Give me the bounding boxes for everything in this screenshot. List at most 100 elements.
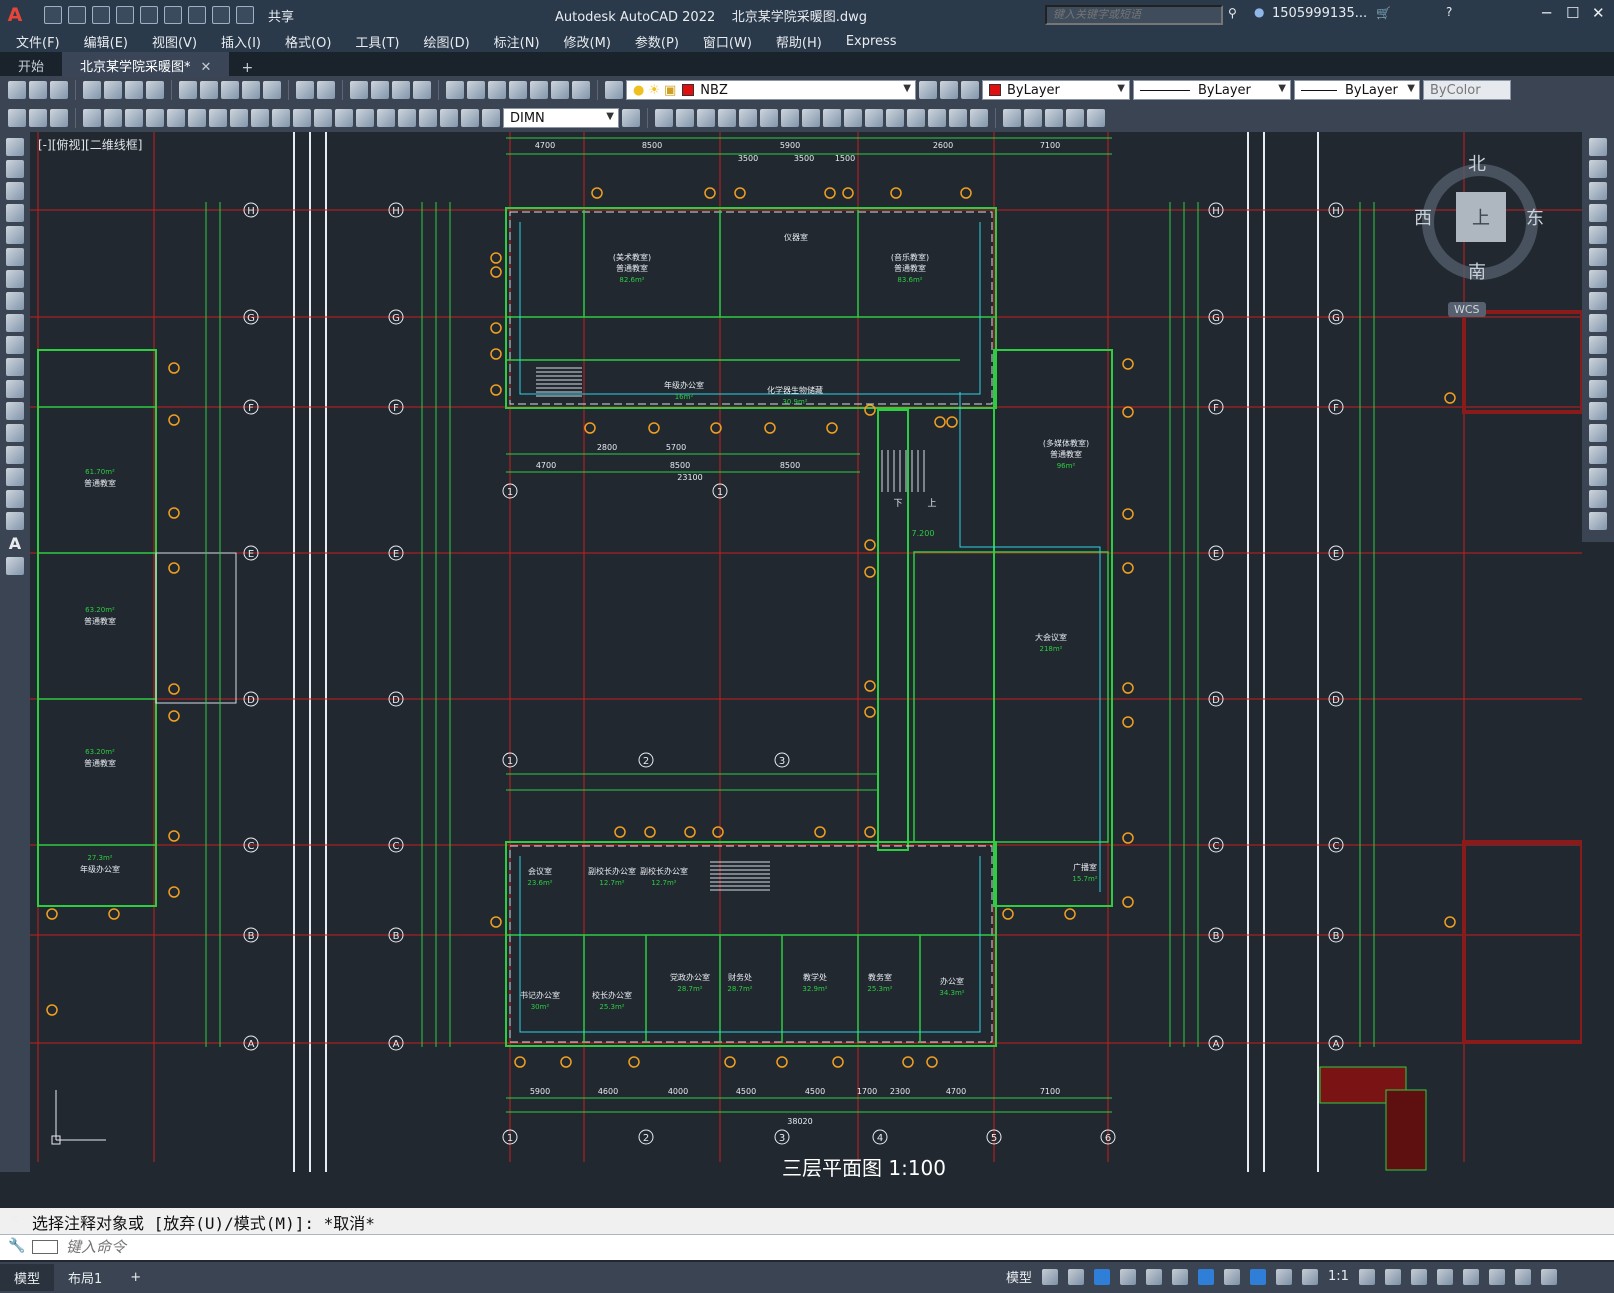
mtext-icon[interactable]: A bbox=[9, 534, 21, 553]
linear-dim-icon[interactable] bbox=[83, 109, 101, 127]
compass-north[interactable]: 北 bbox=[1468, 150, 1486, 176]
linetype-dropdown[interactable]: ByLayer ▼ bbox=[1133, 80, 1291, 100]
annotate-icon[interactable] bbox=[8, 109, 26, 127]
quick-properties-icon[interactable] bbox=[1436, 1268, 1453, 1285]
trim-icon[interactable] bbox=[1589, 336, 1607, 354]
rotate-icon[interactable] bbox=[1589, 270, 1607, 288]
menu-insert[interactable]: 插入(I) bbox=[221, 32, 261, 51]
radius-icon[interactable] bbox=[167, 109, 185, 127]
menu-edit[interactable]: 编辑(E) bbox=[84, 32, 128, 51]
markup-icon[interactable] bbox=[530, 81, 548, 99]
grid-icon[interactable] bbox=[1042, 1268, 1059, 1285]
array-icon[interactable] bbox=[1589, 226, 1607, 244]
zoom-window-icon[interactable] bbox=[392, 81, 410, 99]
properties-icon[interactable] bbox=[446, 81, 464, 99]
annotation-scale-icon[interactable] bbox=[1302, 1268, 1319, 1285]
construction-line-icon[interactable] bbox=[6, 160, 24, 178]
scale-icon[interactable] bbox=[1589, 292, 1607, 310]
search-icon[interactable]: ⚲ bbox=[1228, 6, 1237, 20]
ellipse-icon[interactable] bbox=[6, 336, 24, 354]
menu-view[interactable]: 视图(V) bbox=[152, 32, 197, 51]
copy-icon[interactable] bbox=[1589, 160, 1607, 178]
maximize-button[interactable]: ☐ bbox=[1566, 4, 1579, 22]
arc-length-icon[interactable] bbox=[125, 109, 143, 127]
object-snap-icon[interactable] bbox=[1198, 1268, 1215, 1285]
zoom-realtime-icon[interactable] bbox=[371, 81, 389, 99]
tolerance-icon[interactable] bbox=[356, 109, 374, 127]
model-space-button[interactable]: 模型 bbox=[1006, 1267, 1032, 1286]
minimize-button[interactable]: ─ bbox=[1542, 4, 1551, 22]
redo-icon[interactable] bbox=[317, 81, 335, 99]
baseline-icon[interactable] bbox=[272, 109, 290, 127]
annotation-monitor-icon[interactable] bbox=[1384, 1268, 1401, 1285]
fillet-icon[interactable] bbox=[949, 109, 967, 127]
continue-icon[interactable] bbox=[293, 109, 311, 127]
circle-icon[interactable] bbox=[6, 270, 24, 288]
dimstyle-dropdown[interactable]: DIMN ▼ bbox=[503, 108, 619, 128]
array-icon[interactable] bbox=[739, 109, 757, 127]
design-center-icon[interactable] bbox=[467, 81, 485, 99]
angular-icon[interactable] bbox=[230, 109, 248, 127]
erase-icon[interactable] bbox=[1589, 138, 1607, 156]
drawing-canvas[interactable]: 4700 8500 5900 2600 7100 3500 3500 1500 5900 4600… bbox=[30, 132, 1582, 1192]
tab-drawing[interactable]: 北京某学院采暖图* ✕ bbox=[62, 52, 230, 76]
bring-front-icon[interactable] bbox=[1024, 109, 1042, 127]
units-icon[interactable] bbox=[1410, 1268, 1427, 1285]
new-layout-button[interactable]: + bbox=[116, 1266, 155, 1289]
undo-icon[interactable] bbox=[212, 6, 230, 24]
stretch-icon[interactable] bbox=[823, 109, 841, 127]
scale-icon[interactable] bbox=[802, 109, 820, 127]
offset-icon[interactable] bbox=[718, 109, 736, 127]
user-icon[interactable]: ● bbox=[1254, 5, 1264, 19]
menu-help[interactable]: 帮助(H) bbox=[776, 32, 822, 51]
publish-icon[interactable] bbox=[164, 6, 182, 24]
cart-icon[interactable]: 🛒 bbox=[1376, 6, 1391, 20]
customization-icon[interactable] bbox=[1540, 1268, 1557, 1285]
new-file-icon[interactable] bbox=[44, 6, 62, 24]
menu-format[interactable]: 格式(O) bbox=[285, 32, 331, 51]
polar-icon[interactable] bbox=[1120, 1268, 1137, 1285]
save-icon[interactable] bbox=[92, 6, 110, 24]
dim-space-icon[interactable] bbox=[314, 109, 332, 127]
block-editor-icon[interactable] bbox=[263, 81, 281, 99]
match-properties-icon[interactable] bbox=[242, 81, 260, 99]
explode-icon[interactable] bbox=[1589, 512, 1607, 530]
break-icon[interactable] bbox=[1589, 402, 1607, 420]
explode-icon[interactable] bbox=[970, 109, 988, 127]
pan-icon[interactable] bbox=[350, 81, 368, 99]
preview-icon[interactable] bbox=[104, 81, 122, 99]
dim-style-icon[interactable] bbox=[622, 109, 640, 127]
annotation-scale-value[interactable]: 1:1 bbox=[1328, 1269, 1349, 1284]
export-icon[interactable] bbox=[140, 6, 158, 24]
color-dropdown[interactable]: ByLayer ▼ bbox=[982, 80, 1130, 100]
paste-icon[interactable] bbox=[221, 81, 239, 99]
zoom-previous-icon[interactable] bbox=[413, 81, 431, 99]
viewport-controls[interactable]: [-][俯视][二维线框] bbox=[38, 136, 142, 153]
save-icon[interactable] bbox=[50, 81, 68, 99]
command-prompt-icon[interactable] bbox=[32, 1240, 58, 1254]
lineweight-icon[interactable] bbox=[1224, 1268, 1241, 1285]
ordinate-icon[interactable] bbox=[146, 109, 164, 127]
compass-east[interactable]: 东 bbox=[1526, 204, 1544, 230]
menu-modify[interactable]: 修改(M) bbox=[564, 32, 611, 51]
center-mark-icon[interactable] bbox=[377, 109, 395, 127]
wcs-menu[interactable]: WCS bbox=[1448, 302, 1486, 317]
line-icon[interactable] bbox=[6, 138, 24, 156]
compass-south[interactable]: 南 bbox=[1468, 258, 1486, 284]
move-icon[interactable] bbox=[760, 109, 778, 127]
break-icon[interactable] bbox=[886, 109, 904, 127]
cut-icon[interactable] bbox=[179, 81, 197, 99]
calculator-icon[interactable] bbox=[551, 81, 569, 99]
plot-icon[interactable] bbox=[83, 81, 101, 99]
layer-icon[interactable] bbox=[29, 109, 47, 127]
search-input[interactable] bbox=[1045, 5, 1223, 25]
auto-scale-icon[interactable] bbox=[1276, 1268, 1293, 1285]
rectangle-icon[interactable] bbox=[6, 226, 24, 244]
open-file-icon[interactable] bbox=[68, 6, 86, 24]
rotate-icon[interactable] bbox=[781, 109, 799, 127]
dim-edit-icon[interactable] bbox=[440, 109, 458, 127]
save-as-icon[interactable] bbox=[116, 6, 134, 24]
redo-icon[interactable] bbox=[236, 6, 254, 24]
chamfer-icon[interactable] bbox=[1589, 446, 1607, 464]
make-current-icon[interactable] bbox=[919, 81, 937, 99]
